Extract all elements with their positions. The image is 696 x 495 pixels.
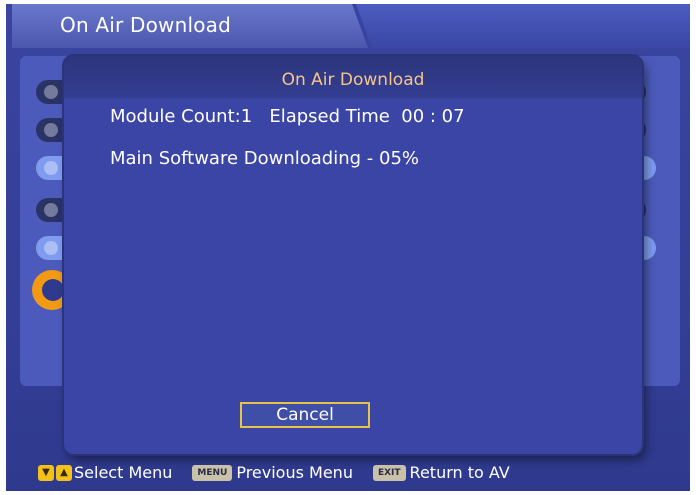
return-to-av-label: Return to AV	[409, 463, 510, 482]
select-menu-label: Select Menu	[74, 463, 173, 482]
download-status: Main Software Downloading - 05%	[110, 148, 420, 169]
down-arrow-key-icon: ▼	[38, 464, 54, 481]
cancel-button[interactable]: Cancel	[240, 402, 370, 428]
header-bar	[356, 4, 690, 48]
select-menu-hint: ▼ ▲ Select Menu	[38, 463, 172, 482]
up-arrow-key-icon: ▲	[56, 464, 72, 481]
module-count: Module Count:1	[110, 106, 253, 127]
previous-menu-label: Previous Menu	[236, 463, 353, 482]
menu-item-icon	[44, 161, 58, 175]
elapsed-time-value: 00 : 07	[401, 106, 465, 127]
page-title: On Air Download	[60, 13, 232, 37]
on-air-download-dialog: On Air Download Module Count:1 Elapsed T…	[64, 56, 642, 454]
return-to-av-hint: EXIT Return to AV	[372, 463, 510, 482]
previous-menu-hint: MENU Previous Menu	[192, 463, 353, 482]
menu-item-icon	[44, 123, 58, 137]
download-info-line: Module Count:1 Elapsed Time 00 : 07	[110, 106, 465, 127]
dialog-title: On Air Download	[281, 70, 425, 90]
tv-menu-screen: On Air Download On Air Download Module C…	[6, 4, 690, 491]
dialog-header: On Air Download	[64, 56, 642, 98]
menu-key-icon: MENU	[192, 464, 233, 481]
title-tab: On Air Download	[12, 4, 368, 48]
menu-item-icon	[44, 241, 58, 255]
menu-item-icon	[44, 85, 58, 99]
menu-item-icon	[44, 203, 58, 217]
elapsed-time-label: Elapsed Time	[269, 106, 390, 127]
exit-key-icon: EXIT	[372, 464, 406, 481]
footer-key-hints: ▼ ▲ Select Menu MENU Previous Menu EXIT …	[6, 454, 690, 491]
